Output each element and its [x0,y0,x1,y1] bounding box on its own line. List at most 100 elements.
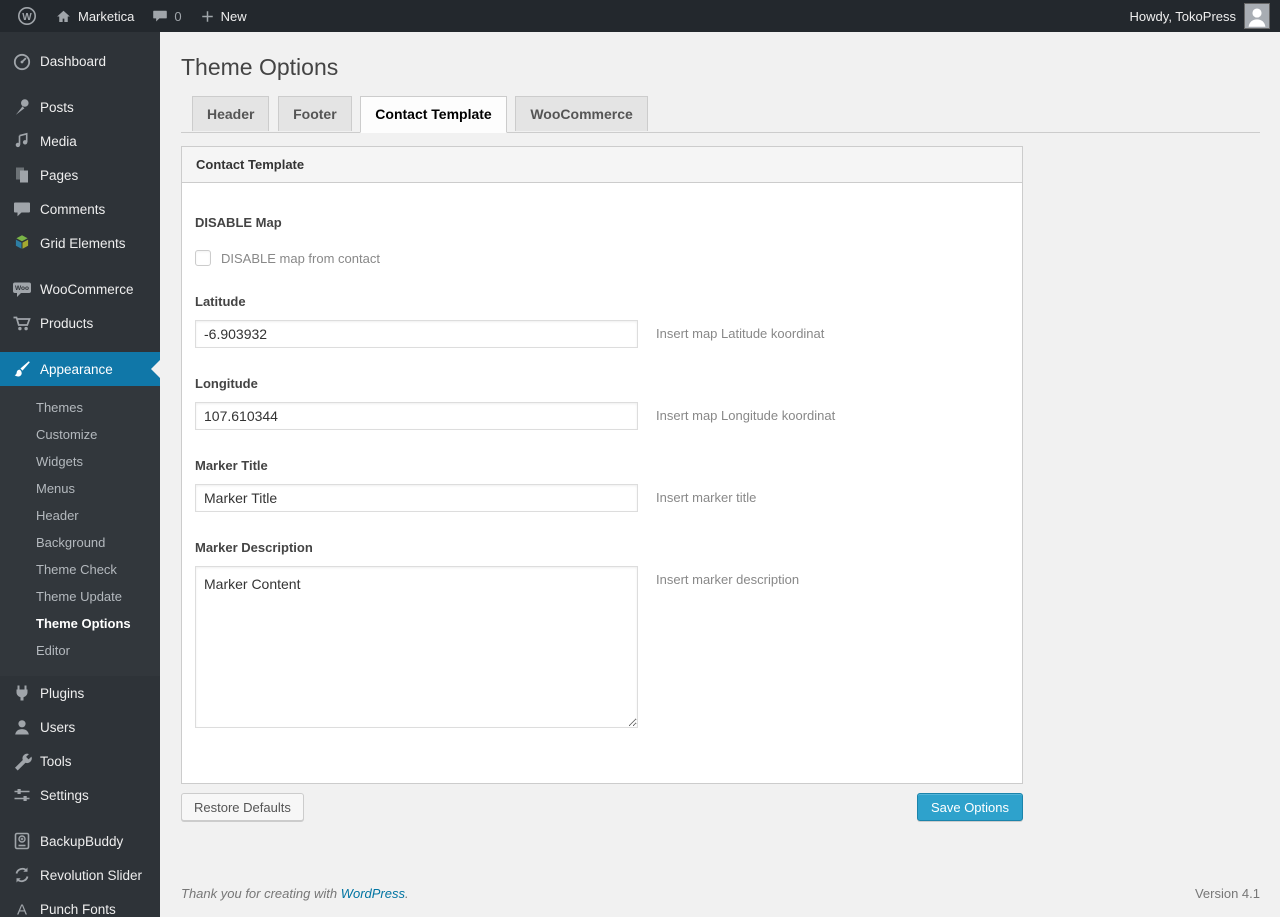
footer-thanks-text: Thank you for creating with [181,886,341,901]
panel-body: DISABLE Map DISABLE map from contact Lat… [182,183,1022,783]
sidebar-item-pages[interactable]: Pages [0,158,160,192]
footer-thanks-period: . [405,886,409,901]
restore-defaults-button[interactable]: Restore Defaults [181,793,304,821]
site-menu-item[interactable]: Marketica [46,0,143,32]
submenu-background[interactable]: Background [0,529,160,556]
cart-icon [12,313,32,333]
pages-stack-icon [12,165,32,185]
disable-map-label: DISABLE Map [195,215,282,230]
sidebar-label: Settings [40,787,89,803]
sidebar-label: WooCommerce [40,281,134,297]
howdy-account-link[interactable]: Howdy, TokoPress [1130,9,1236,24]
sidebar-label: Comments [40,201,106,217]
longitude-hint: Insert map Longitude koordinat [656,408,836,423]
sidebar-item-media[interactable]: Media [0,124,160,158]
sidebar-item-users[interactable]: Users [0,710,160,744]
disable-map-checkbox[interactable] [195,250,211,266]
sidebar-label: Users [40,719,76,735]
sidebar-label: Tools [40,753,72,769]
sidebar-label: Media [40,133,77,149]
submenu-widgets[interactable]: Widgets [0,448,160,475]
comments-bubble-item[interactable]: 0 [143,0,190,32]
submenu-theme-options[interactable]: Theme Options [0,610,160,637]
sidebar-item-dashboard[interactable]: Dashboard [0,44,160,78]
home-icon [55,8,72,25]
latitude-label: Latitude [195,294,246,309]
latitude-hint: Insert map Latitude koordinat [656,326,825,341]
comment-count: 0 [174,8,182,24]
sidebar-item-woocommerce[interactable]: Woo WooCommerce [0,272,160,306]
sidebar-label: Appearance [40,361,113,377]
tab-footer[interactable]: Footer [278,96,352,131]
form-actions: Restore Defaults Save Options [181,793,1023,821]
submenu-customize[interactable]: Customize [0,421,160,448]
marker-title-hint: Insert marker title [656,490,757,505]
svg-text:W: W [22,12,32,23]
sidebar-item-revolution-slider[interactable]: Revolution Slider [0,858,160,892]
sidebar-label: Pages [40,167,79,183]
submenu-menus[interactable]: Menus [0,475,160,502]
longitude-label: Longitude [195,376,258,391]
sidebar-item-settings[interactable]: Settings [0,778,160,812]
sidebar-item-tools[interactable]: Tools [0,744,160,778]
longitude-input[interactable] [195,402,638,430]
plus-icon [200,9,215,24]
paintbrush-icon [12,359,32,379]
tab-header[interactable]: Header [192,96,270,131]
dashboard-gauge-icon [12,51,32,71]
refresh-arrows-icon [12,865,32,885]
appearance-submenu: Themes Customize Widgets Menus Header Ba… [0,386,160,676]
avatar[interactable] [1244,3,1270,29]
admin-bar: W Marketica 0 New Howdy, TokoPress [0,0,1280,32]
panel-title: Contact Template [182,147,1022,183]
sidebar-label: BackupBuddy [40,833,124,849]
grid-cube-icon [12,233,32,253]
comment-bubble-icon [12,199,32,219]
version-text: Version 4.1 [1194,886,1260,901]
sidebar-item-backupbuddy[interactable]: BackupBuddy [0,824,160,858]
sidebar-item-appearance[interactable]: Appearance [0,352,160,386]
admin-sidebar: Dashboard Posts Media Pages Comments Gri… [0,32,160,917]
save-options-button[interactable]: Save Options [916,793,1023,821]
sidebar-item-punch-fonts[interactable]: A Punch Fonts [0,892,160,917]
new-content-item[interactable]: New [191,0,256,32]
latitude-input[interactable] [195,320,638,348]
wordpress-link[interactable]: WordPress [341,886,405,901]
admin-footer: Thank you for creating with WordPress. V… [181,886,1260,917]
pushpin-icon [12,97,32,117]
marker-description-label: Marker Description [195,540,313,555]
wrench-icon [12,751,32,771]
wordpress-logo-icon[interactable]: W [8,0,46,32]
submenu-theme-update[interactable]: Theme Update [0,583,160,610]
sidebar-item-comments[interactable]: Comments [0,192,160,226]
submenu-theme-check[interactable]: Theme Check [0,556,160,583]
footer-thanks: Thank you for creating with WordPress. [181,886,409,901]
plug-icon [12,683,32,703]
comment-bubble-icon [152,8,168,24]
music-notes-icon [12,131,32,151]
submenu-header[interactable]: Header [0,502,160,529]
marker-description-textarea[interactable]: Marker Content [195,566,638,728]
sidebar-label: Products [40,315,94,331]
sidebar-label: Grid Elements [40,235,126,251]
submenu-themes[interactable]: Themes [0,394,160,421]
sidebar-label: Plugins [40,685,85,701]
tab-bar: Header Footer Contact Template WooCommer… [181,96,1260,133]
submenu-editor[interactable]: Editor [0,637,160,664]
main-content: Theme Options Header Footer Contact Temp… [160,32,1280,917]
marker-title-label: Marker Title [195,458,268,473]
sidebar-item-posts[interactable]: Posts [0,90,160,124]
tab-woocommerce[interactable]: WooCommerce [515,96,648,131]
marker-description-hint: Insert marker description [656,572,800,587]
sidebar-item-grid-elements[interactable]: Grid Elements [0,226,160,260]
sidebar-label: Punch Fonts [40,901,116,917]
contact-template-panel: Contact Template DISABLE Map DISABLE map… [181,146,1023,784]
sliders-icon [12,785,32,805]
tab-contact-template[interactable]: Contact Template [360,96,507,133]
svg-text:Woo: Woo [15,285,29,292]
sidebar-item-products[interactable]: Products [0,306,160,340]
disable-map-checkbox-label[interactable]: DISABLE map from contact [221,251,380,266]
sidebar-item-plugins[interactable]: Plugins [0,676,160,710]
marker-title-input[interactable] [195,484,638,512]
sidebar-label: Revolution Slider [40,867,143,883]
